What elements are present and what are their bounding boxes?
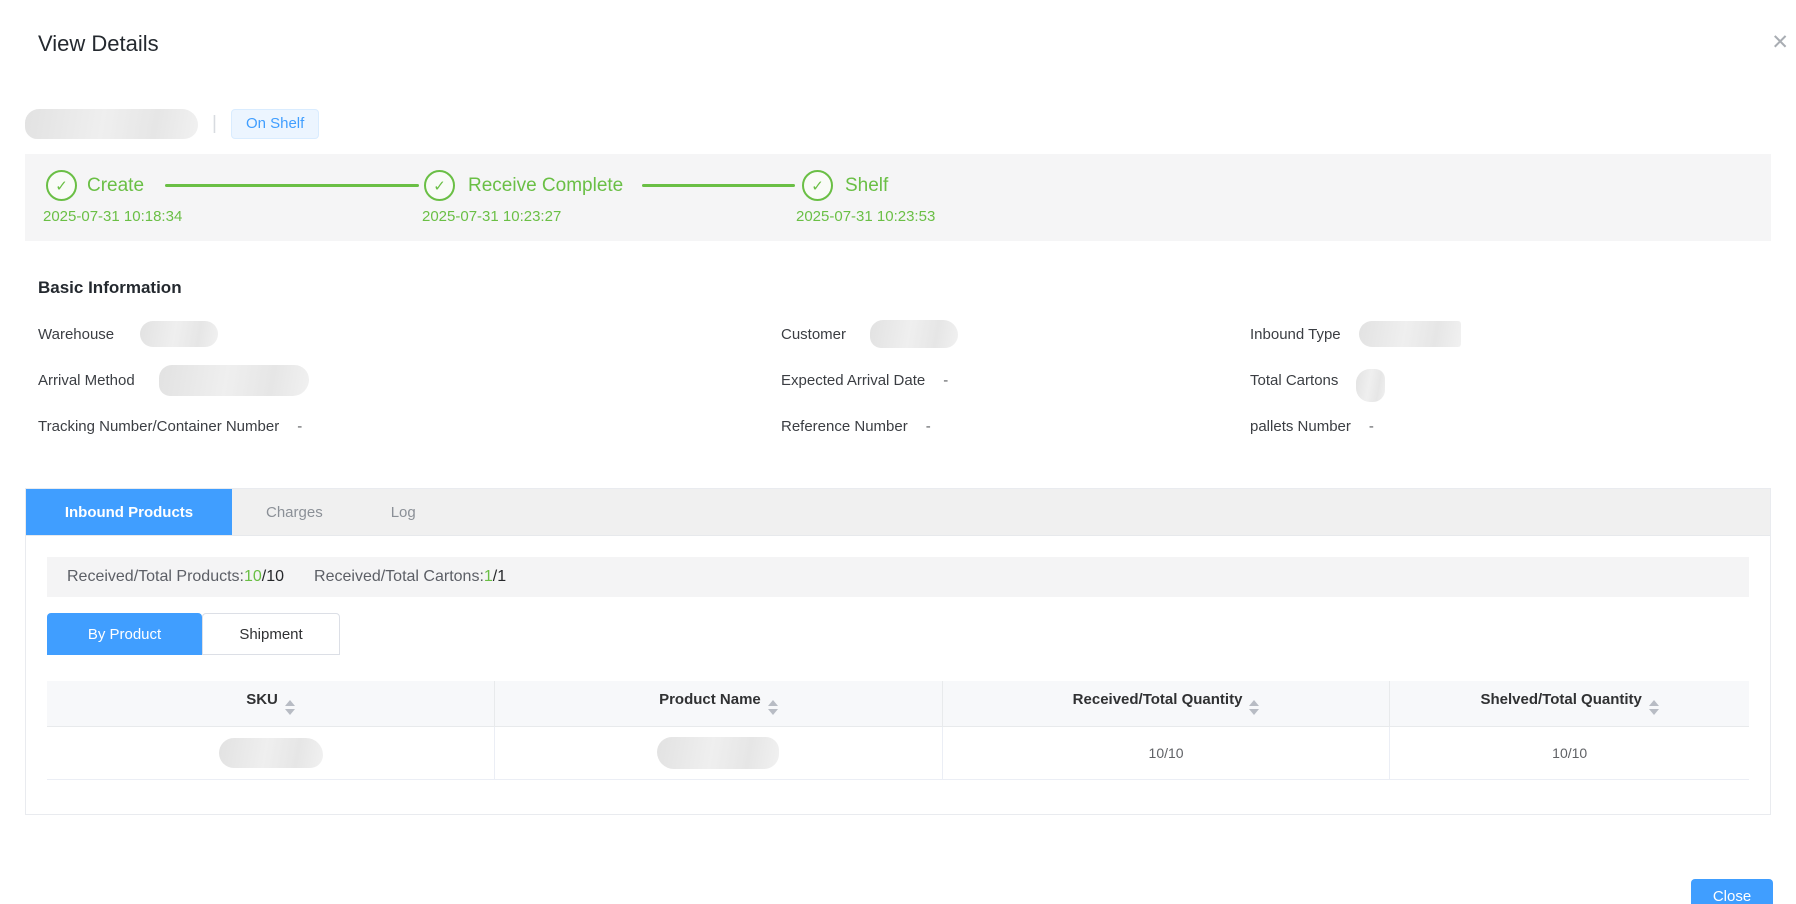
basic-information-heading: Basic Information bbox=[38, 278, 1796, 298]
products-total-count: /10 bbox=[262, 568, 284, 585]
total-cartons-value-redacted bbox=[1356, 369, 1385, 402]
step-connector bbox=[165, 184, 419, 187]
field-reference-number: Reference Number - bbox=[781, 411, 931, 441]
header-divider: | bbox=[212, 113, 217, 135]
column-header-product-name: Product Name bbox=[495, 681, 943, 726]
customer-value-redacted bbox=[870, 320, 958, 348]
products-received-count: 10 bbox=[244, 568, 262, 585]
product-name-redacted bbox=[657, 737, 779, 769]
inbound-type-value-redacted bbox=[1359, 321, 1461, 347]
step-connector bbox=[642, 184, 795, 187]
cartons-total-count: /1 bbox=[493, 568, 506, 585]
products-table: SKU Product Name Received/Total Quantity… bbox=[47, 681, 1749, 780]
step-create-label: Create bbox=[87, 170, 144, 201]
step-shelf-check-icon: ✓ bbox=[802, 170, 833, 201]
table-row: 10/10 10/10 bbox=[47, 726, 1749, 779]
field-arrival-method: Arrival Method bbox=[38, 365, 309, 395]
received-summary-bar: Received/Total Products:10/10 Received/T… bbox=[47, 557, 1749, 597]
subtab-by-product[interactable]: By Product bbox=[47, 613, 202, 655]
tab-bar: Inbound Products Charges Log bbox=[26, 489, 1770, 536]
tab-log[interactable]: Log bbox=[357, 489, 450, 535]
sku-redacted bbox=[219, 738, 323, 768]
sort-icon[interactable] bbox=[768, 700, 778, 715]
basic-information-grid: Warehouse Customer Inbound Type Arrival … bbox=[0, 298, 1796, 448]
tab-inbound-products[interactable]: Inbound Products bbox=[26, 489, 232, 535]
field-expected-arrival-date: Expected Arrival Date - bbox=[781, 365, 948, 395]
column-header-shelved-total-quantity: Shelved/Total Quantity bbox=[1390, 681, 1749, 726]
sort-icon[interactable] bbox=[1249, 700, 1259, 715]
tab-charges[interactable]: Charges bbox=[232, 489, 357, 535]
step-shelf-timestamp: 2025-07-31 10:23:53 bbox=[796, 208, 935, 225]
column-header-sku: SKU bbox=[47, 681, 495, 726]
status-badge: On Shelf bbox=[231, 109, 319, 139]
step-receive-timestamp: 2025-07-31 10:23:27 bbox=[422, 208, 561, 225]
received-total-products: Received/Total Products:10/10 bbox=[67, 568, 284, 586]
cartons-received-count: 1 bbox=[484, 568, 493, 585]
step-receive-label: Receive Complete bbox=[468, 170, 623, 201]
subtab-bar: By Product Shipment bbox=[47, 613, 1749, 655]
field-customer: Customer bbox=[781, 319, 958, 349]
field-pallets-number: pallets Number - bbox=[1250, 411, 1374, 441]
cell-received-total-quantity: 10/10 bbox=[942, 726, 1390, 779]
field-total-cartons: Total Cartons bbox=[1250, 365, 1385, 395]
inbound-products-panel: Received/Total Products:10/10 Received/T… bbox=[26, 536, 1770, 814]
close-icon[interactable]: ✕ bbox=[1771, 31, 1789, 55]
table-footer-spacer bbox=[47, 780, 1749, 797]
cell-product-name bbox=[495, 726, 943, 779]
cell-shelved-total-quantity: 10/10 bbox=[1390, 726, 1749, 779]
received-total-cartons: Received/Total Cartons:1/1 bbox=[314, 568, 506, 586]
table-header-row: SKU Product Name Received/Total Quantity… bbox=[47, 681, 1749, 726]
cell-sku bbox=[47, 726, 495, 779]
progress-steps: ✓ Create ✓ Receive Complete ✓ Shelf 2025… bbox=[25, 154, 1771, 241]
step-create-check-icon: ✓ bbox=[46, 170, 77, 201]
arrival-method-value-redacted bbox=[159, 365, 309, 396]
sort-icon[interactable] bbox=[1649, 700, 1659, 715]
view-details-modal: ✕ View Details | On Shelf ✓ Create ✓ Rec… bbox=[0, 31, 1796, 904]
step-create-timestamp: 2025-07-31 10:18:34 bbox=[43, 208, 182, 225]
field-tracking-number: Tracking Number/Container Number - bbox=[38, 411, 302, 441]
step-receive-check-icon: ✓ bbox=[424, 170, 455, 201]
step-shelf-label: Shelf bbox=[845, 170, 888, 201]
order-number-redacted bbox=[25, 109, 198, 139]
warehouse-value-redacted bbox=[140, 321, 218, 347]
page-title: View Details bbox=[38, 31, 1796, 57]
field-inbound-type: Inbound Type bbox=[1250, 319, 1461, 349]
order-header: | On Shelf bbox=[25, 108, 1796, 139]
subtab-shipment[interactable]: Shipment bbox=[202, 613, 340, 655]
details-tab-card: Inbound Products Charges Log Received/To… bbox=[25, 488, 1771, 815]
field-warehouse: Warehouse bbox=[38, 319, 218, 349]
close-button[interactable]: Close bbox=[1691, 879, 1773, 904]
sort-icon[interactable] bbox=[285, 700, 295, 715]
column-header-received-total-quantity: Received/Total Quantity bbox=[942, 681, 1390, 726]
